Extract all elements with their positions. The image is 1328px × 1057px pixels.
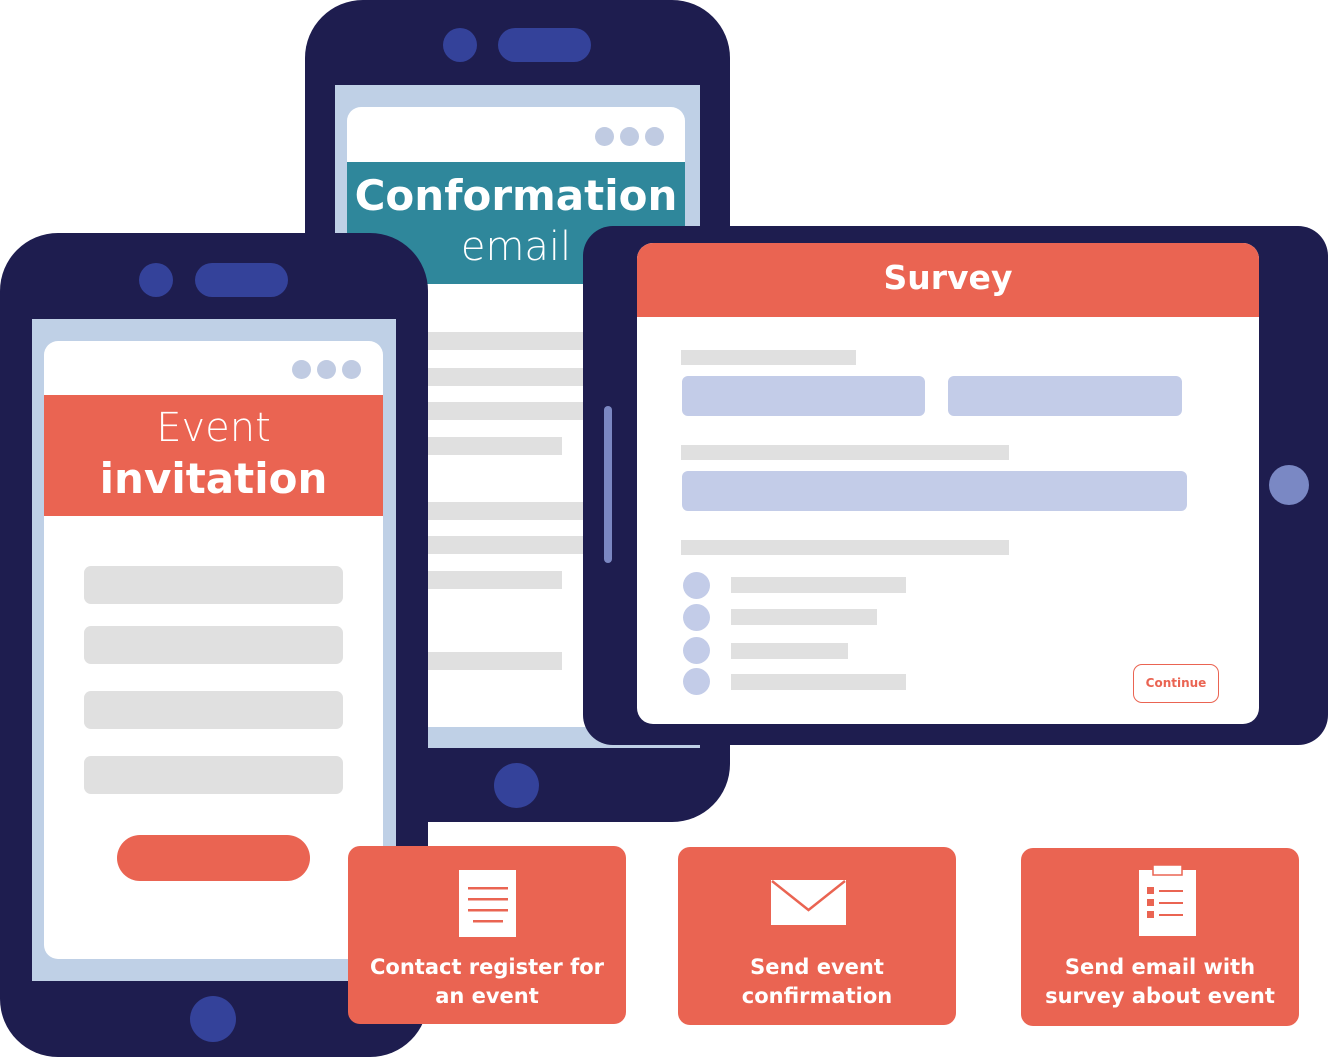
text-placeholder (427, 502, 587, 520)
survey-title: Survey (883, 258, 1013, 297)
register-button[interactable] (117, 835, 310, 881)
front-camera-icon (139, 263, 173, 297)
survey-card: Survey Continue (637, 243, 1259, 724)
window-dot-icon (342, 360, 361, 379)
window-dot-icon (595, 127, 614, 146)
survey-input-field[interactable] (948, 376, 1182, 416)
tablet-survey: Survey Continue (583, 226, 1328, 745)
form-field-placeholder[interactable] (84, 566, 343, 604)
clipboard-checklist-icon (1139, 865, 1196, 936)
text-placeholder (427, 536, 587, 554)
invitation-header: Event invitation (44, 395, 383, 516)
form-field-placeholder[interactable] (84, 626, 343, 664)
document-icon (459, 870, 516, 937)
continue-button[interactable]: Continue (1133, 664, 1219, 703)
survey-input-field[interactable] (682, 376, 925, 416)
radio-option[interactable] (683, 668, 710, 695)
step-tile-send-confirmation: Send event confirmation (678, 847, 956, 1025)
step-tile-send-survey: Send email with survey about event (1021, 848, 1299, 1026)
home-button[interactable] (190, 996, 236, 1042)
radio-option[interactable] (683, 604, 710, 631)
window-dot-icon (292, 360, 311, 379)
step-label-line1: Send email with (1064, 955, 1256, 979)
email-header-title: Conformation (354, 171, 678, 220)
option-label-placeholder (731, 643, 848, 659)
window-dot-icon (645, 127, 664, 146)
step-label-line1: Send event (750, 955, 884, 979)
step-label-line2: survey about event (1045, 984, 1275, 1008)
speaker-grille (498, 28, 591, 62)
step-label-line2: an event (435, 984, 539, 1008)
invitation-card: Event invitation (44, 341, 383, 959)
option-label-placeholder (731, 609, 877, 625)
step-label-line2: confirmation (741, 984, 893, 1008)
survey-header: Survey (637, 243, 1259, 317)
form-field-placeholder[interactable] (84, 691, 343, 729)
text-placeholder (427, 437, 562, 455)
question-label-placeholder (681, 445, 1009, 460)
invitation-header-subtitle: invitation (99, 454, 328, 503)
window-dot-icon (620, 127, 639, 146)
form-field-placeholder[interactable] (84, 756, 343, 794)
envelope-icon (771, 880, 846, 925)
text-placeholder (427, 368, 587, 386)
tablet-home-button[interactable] (1269, 465, 1309, 505)
step-label-line1: Contact register for (370, 955, 604, 979)
question-label-placeholder (681, 350, 856, 365)
front-camera-icon (443, 28, 477, 62)
text-placeholder (427, 652, 562, 670)
home-button[interactable] (494, 763, 539, 808)
radio-option[interactable] (683, 637, 710, 664)
step-tile-contact-register: Contact register for an event (348, 846, 626, 1024)
window-dot-icon (317, 360, 336, 379)
survey-input-field[interactable] (682, 471, 1187, 511)
text-placeholder (427, 332, 587, 350)
text-placeholder (427, 571, 562, 589)
invitation-header-title: Event (156, 405, 271, 451)
tablet-side-slider (604, 406, 612, 563)
option-label-placeholder (731, 674, 906, 690)
speaker-grille (195, 263, 288, 297)
text-placeholder (427, 402, 587, 420)
option-label-placeholder (731, 577, 906, 593)
question-label-placeholder (681, 540, 1009, 555)
phone-screen: Event invitation (32, 319, 396, 981)
radio-option[interactable] (683, 572, 710, 599)
